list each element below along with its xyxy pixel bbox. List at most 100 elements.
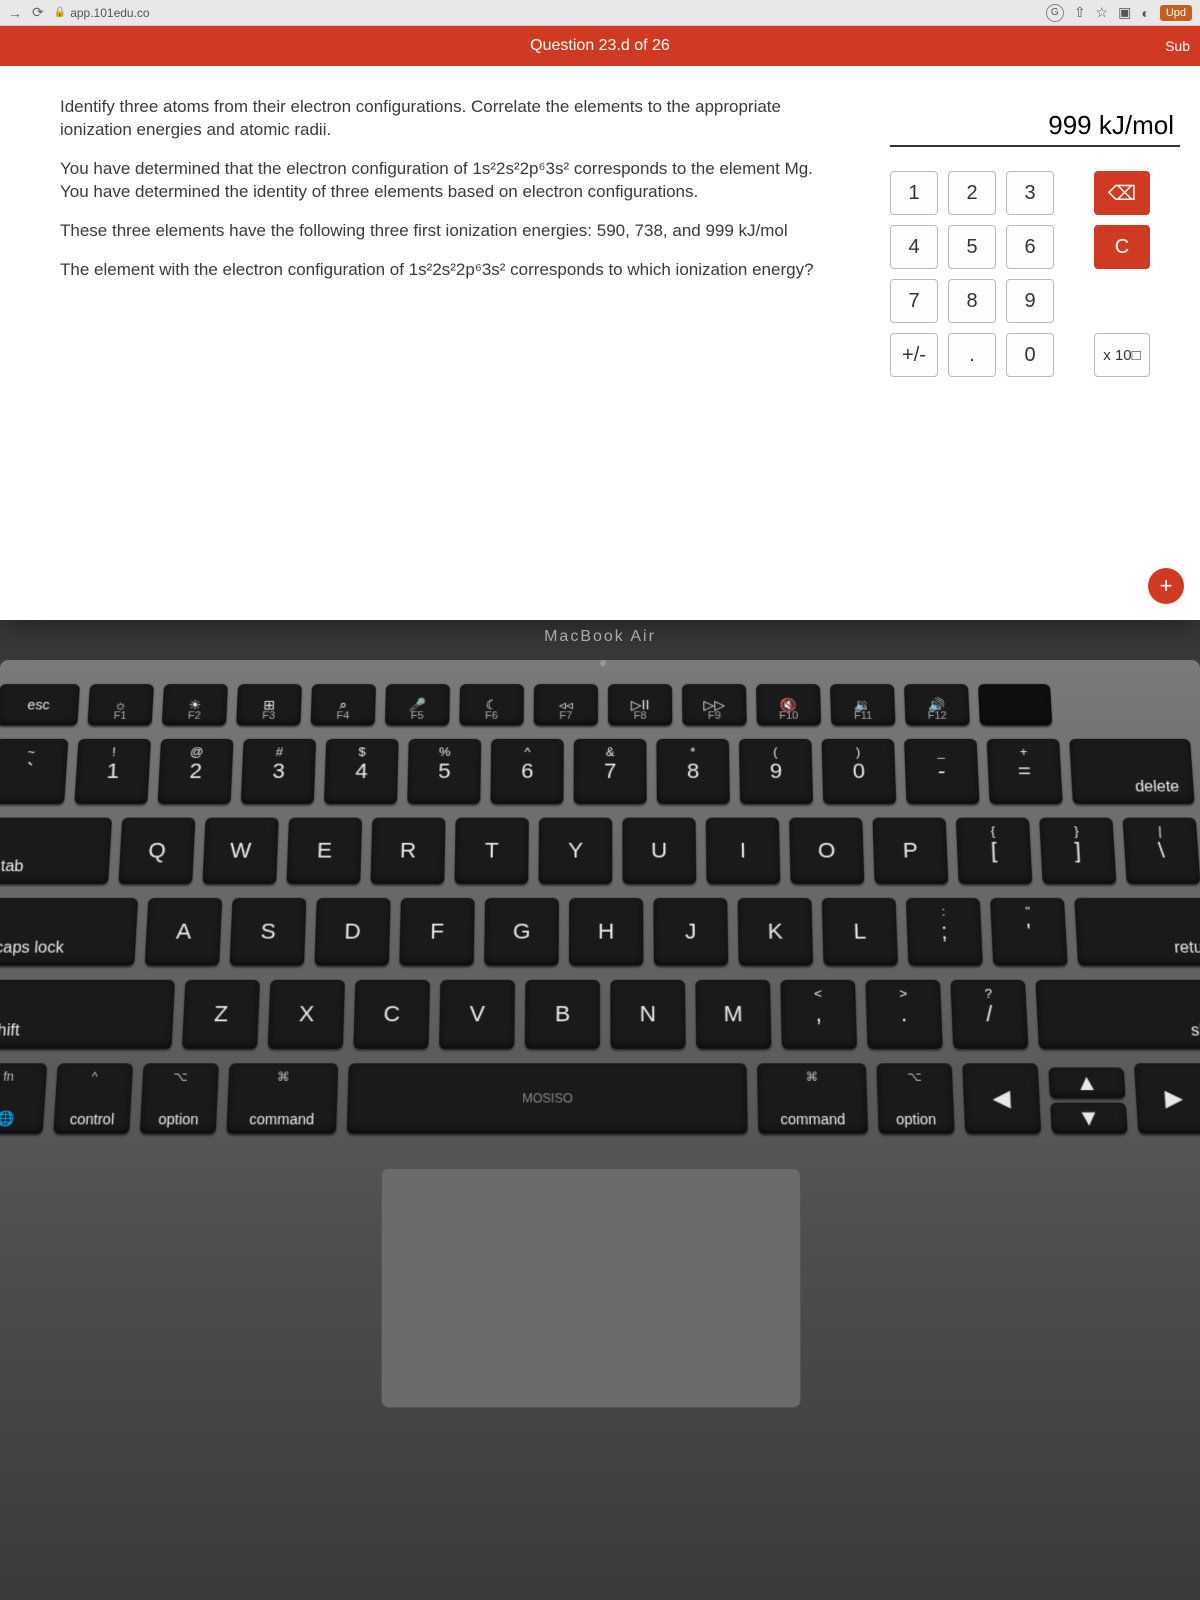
key-3[interactable]: #3 <box>241 739 316 804</box>
key-i[interactable]: I <box>706 818 781 884</box>
kp-sci[interactable]: x 10□ <box>1094 333 1150 377</box>
nav-forward-icon[interactable]: → <box>8 5 22 21</box>
key-command-r[interactable]: ⌘command <box>757 1063 868 1134</box>
submit-label[interactable]: Sub <box>1165 38 1190 54</box>
key-q[interactable]: Q <box>118 818 195 884</box>
key-f12[interactable]: 🔊F12 <box>904 684 970 726</box>
key-c[interactable]: C <box>353 980 430 1049</box>
key-2[interactable]: @2 <box>158 739 234 804</box>
reload-icon[interactable]: ⟳ <box>32 4 44 21</box>
paused-icon[interactable]: ◐ <box>1141 5 1149 21</box>
kp-5[interactable]: 5 <box>948 225 996 269</box>
key-9[interactable]: (9 <box>739 739 813 804</box>
key-u[interactable]: U <box>622 818 696 884</box>
key-quote[interactable]: "' <box>990 898 1068 966</box>
key-f4[interactable]: ⌕F4 <box>311 684 376 726</box>
key-arrow-up[interactable]: ▲ <box>1048 1067 1125 1098</box>
key-backtick[interactable]: ~` <box>0 739 68 804</box>
key-bracket-l[interactable]: {[ <box>956 818 1033 884</box>
add-fab[interactable]: + <box>1148 568 1184 604</box>
key-g[interactable]: G <box>484 898 559 966</box>
key-option-l[interactable]: ⌥option <box>140 1063 219 1134</box>
key-f10[interactable]: 🔇F10 <box>756 684 821 726</box>
key-s[interactable]: S <box>230 898 307 966</box>
key-f2[interactable]: ☀F2 <box>162 684 228 726</box>
extension-icon[interactable]: ▣ <box>1118 4 1131 21</box>
url-box[interactable]: 🔒 app.101edu.co <box>54 6 1036 20</box>
trackpad[interactable] <box>381 1168 801 1408</box>
key-0[interactable]: )0 <box>821 739 896 804</box>
key-v[interactable]: V <box>439 980 515 1049</box>
update-badge[interactable]: Upd <box>1160 5 1192 21</box>
key-backslash[interactable]: |\ <box>1122 818 1200 884</box>
key-7[interactable]: &7 <box>574 739 647 804</box>
kp-3[interactable]: 3 <box>1006 171 1054 215</box>
key-slash[interactable]: ?/ <box>950 980 1028 1049</box>
key-d[interactable]: D <box>314 898 390 966</box>
key-p[interactable]: P <box>872 818 948 884</box>
key-6[interactable]: ^6 <box>490 739 563 804</box>
key-tab[interactable]: tab <box>0 818 112 884</box>
key-minus[interactable]: _- <box>904 739 980 804</box>
key-f8[interactable]: ▷IIF8 <box>608 684 672 726</box>
key-shift-r[interactable]: shift <box>1035 980 1200 1049</box>
key-return[interactable]: return <box>1074 898 1200 966</box>
key-semicolon[interactable]: :; <box>906 898 983 966</box>
key-f5[interactable]: 🎤F5 <box>385 684 450 726</box>
key-y[interactable]: Y <box>539 818 613 884</box>
kp-4[interactable]: 4 <box>890 225 938 269</box>
key-control[interactable]: ^control <box>53 1063 133 1134</box>
key-equals[interactable]: += <box>987 739 1063 804</box>
key-option-r[interactable]: ⌥option <box>876 1063 954 1134</box>
share-icon[interactable]: ⇧ <box>1074 4 1086 21</box>
kp-2[interactable]: 2 <box>948 171 996 215</box>
key-k[interactable]: K <box>738 898 814 966</box>
profile-icon[interactable]: G <box>1046 4 1064 22</box>
key-f6[interactable]: ☾F6 <box>459 684 524 726</box>
kp-sign[interactable]: +/- <box>890 333 938 377</box>
key-j[interactable]: J <box>653 898 728 966</box>
key-z[interactable]: Z <box>182 980 260 1049</box>
kp-1[interactable]: 1 <box>890 171 938 215</box>
key-h[interactable]: H <box>569 898 644 966</box>
key-o[interactable]: O <box>789 818 864 884</box>
key-bracket-r[interactable]: }] <box>1039 818 1116 884</box>
key-f3[interactable]: ⊞F3 <box>236 684 302 726</box>
key-1[interactable]: !1 <box>74 739 151 804</box>
key-w[interactable]: W <box>202 818 278 884</box>
star-icon[interactable]: ☆ <box>1096 4 1109 21</box>
key-f[interactable]: F <box>399 898 475 966</box>
key-b[interactable]: B <box>525 980 600 1049</box>
key-4[interactable]: $4 <box>324 739 399 804</box>
key-f9[interactable]: ▷▷F9 <box>682 684 747 726</box>
kp-clear[interactable]: C <box>1094 225 1150 269</box>
key-period[interactable]: >. <box>865 980 942 1049</box>
key-x[interactable]: X <box>268 980 345 1049</box>
key-command-l[interactable]: ⌘command <box>226 1063 338 1134</box>
key-esc[interactable]: esc <box>0 684 80 726</box>
key-f7[interactable]: ◃◃F7 <box>534 684 598 726</box>
key-fn[interactable]: fn🌐 <box>0 1063 47 1134</box>
key-arrow-right[interactable]: ▶ <box>1134 1063 1200 1134</box>
key-5[interactable]: %5 <box>407 739 481 804</box>
kp-9[interactable]: 9 <box>1006 279 1054 323</box>
key-e[interactable]: E <box>286 818 362 884</box>
key-t[interactable]: T <box>454 818 528 884</box>
key-l[interactable]: L <box>822 898 898 966</box>
kp-8[interactable]: 8 <box>948 279 996 323</box>
key-shift-l[interactable]: shift <box>0 980 175 1049</box>
key-a[interactable]: A <box>145 898 223 966</box>
key-capslock[interactable]: caps lock <box>0 898 138 966</box>
key-arrow-down[interactable]: ▼ <box>1050 1103 1128 1134</box>
key-space[interactable]: MOSISO <box>347 1063 748 1134</box>
kp-backspace[interactable]: ⌫ <box>1094 171 1150 215</box>
key-comma[interactable]: <, <box>780 980 857 1049</box>
kp-6[interactable]: 6 <box>1006 225 1054 269</box>
kp-dot[interactable]: . <box>948 333 996 377</box>
key-n[interactable]: N <box>610 980 685 1049</box>
key-power[interactable] <box>978 684 1052 726</box>
kp-7[interactable]: 7 <box>890 279 938 323</box>
key-f11[interactable]: 🔉F11 <box>830 684 896 726</box>
kp-0[interactable]: 0 <box>1006 333 1054 377</box>
key-arrow-left[interactable]: ◀ <box>962 1063 1041 1134</box>
